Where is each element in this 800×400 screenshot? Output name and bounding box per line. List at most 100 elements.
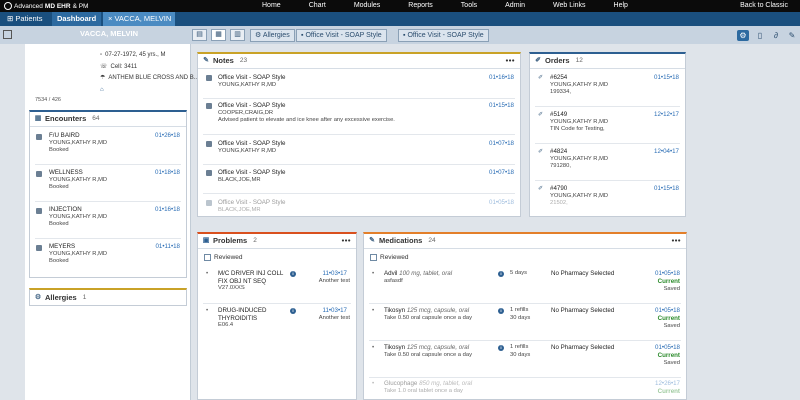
reviewed-label: Reviewed bbox=[214, 254, 243, 262]
sidebar-toggle-icon[interactable] bbox=[3, 30, 12, 39]
tab-patient[interactable]: × VACCA, MELVIN bbox=[103, 12, 175, 26]
menu-modules[interactable]: Modules bbox=[354, 2, 380, 9]
note-row[interactable]: Office Visit - SOAP Style YOUNG,KATHY R,… bbox=[198, 140, 520, 162]
note-title: Office Visit - SOAP Style bbox=[218, 102, 286, 109]
allergies-header[interactable]: ⚙ Allergies 1 bbox=[30, 290, 186, 305]
note-row[interactable]: Office Visit - SOAP Style BLACK,JOE,MR 0… bbox=[198, 169, 520, 191]
note-row[interactable]: Office Visit - SOAP Style COOPER,CRAIG,D… bbox=[198, 102, 520, 132]
reviewed-checkbox[interactable] bbox=[370, 254, 377, 261]
more-options-icon[interactable]: ••• bbox=[672, 234, 681, 248]
tab-allergies[interactable]: ⚙ Allergies bbox=[250, 29, 295, 42]
layout-list-button[interactable]: ▤ bbox=[192, 29, 207, 41]
encounter-row[interactable]: MEYERS YOUNG,KATHY R,MD Booked 01•11•18 bbox=[30, 243, 186, 275]
menu-home[interactable]: Home bbox=[262, 2, 281, 9]
divider bbox=[35, 201, 181, 202]
medication-row[interactable]: • Glucophage 850 mg, tablet, oral Take 1… bbox=[364, 380, 686, 399]
note-document-icon bbox=[206, 141, 212, 147]
tab-office-visit-2[interactable]: ▪ Office Visit - SOAP Style bbox=[398, 29, 489, 42]
menu-reports[interactable]: Reports bbox=[408, 2, 433, 9]
med-save-state: Saved bbox=[663, 323, 680, 329]
order-row[interactable]: ✐ #4824 YOUNG,KATHY R,MD 791280, 12•04•1… bbox=[530, 148, 685, 178]
divider bbox=[203, 164, 515, 165]
encounter-date: 01•11•18 bbox=[155, 243, 180, 250]
menu-admin[interactable]: Admin bbox=[505, 2, 525, 9]
note-row[interactable]: Office Visit - SOAP Style BLACK,JOE,MR 0… bbox=[198, 199, 520, 216]
encounter-row[interactable]: F/U BAIRD YOUNG,KATHY R,MD Booked 01•26•… bbox=[30, 132, 186, 164]
building-row: ⌂ bbox=[100, 85, 199, 97]
medication-row[interactable]: • Tikosyn 125 mcg, capsule, oral Take 0.… bbox=[364, 344, 686, 376]
med-pharmacy: No Pharmacy Selected bbox=[551, 270, 615, 277]
bullet-icon: • bbox=[372, 307, 375, 314]
calendar-icon: ▫ bbox=[100, 52, 103, 58]
reviewed-checkbox[interactable] bbox=[204, 254, 211, 261]
medication-row[interactable]: • Advil 100 mg, tablet, oral asfasdf i 5… bbox=[364, 270, 686, 302]
pill-icon: ✎ bbox=[369, 237, 375, 244]
medications-reviewed[interactable]: Reviewed bbox=[370, 254, 409, 261]
order-provider: YOUNG,KATHY R,MD bbox=[550, 81, 609, 88]
med-pharmacy: No Pharmacy Selected bbox=[551, 344, 615, 351]
tab-office-visit-1[interactable]: ▪ Office Visit - SOAP Style bbox=[296, 29, 387, 42]
problems-reviewed[interactable]: Reviewed bbox=[204, 254, 243, 261]
syringe-icon: ✐ bbox=[535, 57, 541, 64]
info-icon[interactable]: i bbox=[290, 271, 296, 277]
encounter-icon bbox=[36, 134, 42, 140]
order-date: 01•15•18 bbox=[654, 185, 679, 192]
problem-date: 11•03•17 bbox=[322, 270, 347, 277]
tab-patients[interactable]: ⊞ Patients bbox=[2, 12, 48, 26]
problems-panel: ▣ Problems 2 ••• Reviewed • M/C DRIVER I… bbox=[197, 232, 357, 400]
encounter-row[interactable]: INJECTION YOUNG,KATHY R,MD Booked 01•16•… bbox=[30, 206, 186, 238]
info-icon[interactable]: i bbox=[498, 345, 504, 351]
med-name: Tikosyn bbox=[384, 307, 406, 314]
bullet-icon: • bbox=[206, 307, 209, 314]
info-icon[interactable]: i bbox=[498, 271, 504, 277]
menu-chart[interactable]: Chart bbox=[309, 2, 326, 9]
building-icon[interactable]: ⌂ bbox=[100, 85, 104, 97]
gear-icon: ⚙ bbox=[255, 32, 262, 39]
encounter-row[interactable]: WELLNESS YOUNG,KATHY R,MD Booked 01•18•1… bbox=[30, 169, 186, 201]
med-pharmacy: No Pharmacy Selected bbox=[551, 307, 615, 314]
orders-panel: ✐ Orders 12 ✐ #6254 YOUNG,KATHY R,MD 199… bbox=[529, 52, 686, 217]
med-dose: 100 mg, tablet, oral bbox=[399, 270, 453, 277]
order-pen-icon: ✐ bbox=[538, 148, 544, 155]
patient-insurance[interactable]: ANTHEM BLUE CROSS AND B... bbox=[108, 73, 198, 85]
med-save-state: Saved bbox=[663, 286, 680, 292]
menu-web-links[interactable]: Web Links bbox=[553, 2, 586, 9]
medication-row[interactable]: • Tikosyn 125 mcg, capsule, oral Take 0.… bbox=[364, 307, 686, 339]
note-date: 01•15•18 bbox=[489, 102, 514, 109]
bullet-icon: • bbox=[372, 344, 375, 351]
encounter-provider: YOUNG,KATHY R,MD bbox=[49, 250, 108, 257]
close-tab-icon[interactable]: × bbox=[108, 14, 112, 23]
edit-pencil-icon[interactable]: ✎ bbox=[786, 30, 798, 41]
divider bbox=[35, 164, 181, 165]
layout-columns-button[interactable]: ▥ bbox=[230, 29, 245, 41]
advancedmd-logo-icon bbox=[4, 2, 12, 10]
tab-dashboard[interactable]: Dashboard bbox=[52, 12, 102, 26]
document-icon: ▪ bbox=[403, 32, 406, 39]
encounter-provider: YOUNG,KATHY R,MD bbox=[49, 176, 108, 183]
menu-tools[interactable]: Tools bbox=[461, 2, 477, 9]
order-detail: TIN Code for Testing, bbox=[550, 126, 605, 132]
med-sig: asfasdf bbox=[384, 277, 403, 284]
info-icon[interactable]: i bbox=[290, 308, 296, 314]
encounters-title: Encounters bbox=[45, 114, 87, 123]
encounter-icon bbox=[36, 245, 42, 251]
more-options-icon[interactable]: ••• bbox=[506, 54, 515, 68]
more-options-icon[interactable]: ••• bbox=[342, 234, 351, 248]
back-to-classic-link[interactable]: Back to Classic bbox=[740, 2, 788, 9]
order-row[interactable]: ✐ #6254 YOUNG,KATHY R,MD 199334, 01•15•1… bbox=[530, 74, 685, 104]
patient-cell: Cell: 3411 bbox=[110, 63, 138, 70]
info-icon[interactable]: i bbox=[498, 308, 504, 314]
menu-help[interactable]: Help bbox=[614, 2, 628, 9]
order-row[interactable]: ✐ #5149 YOUNG,KATHY R,MD TIN Code for Te… bbox=[530, 111, 685, 141]
problem-row[interactable]: • M/C DRIVER INJ COLL FIX OBJ NT SEQ V27… bbox=[198, 270, 356, 300]
problem-row[interactable]: • DRUG-INDUCED THYROIDITIS E06.4 i 11•03… bbox=[198, 307, 356, 337]
clipboard-icon[interactable]: ▯ bbox=[754, 30, 766, 41]
note-row[interactable]: Office Visit - SOAP Style YOUNG,KATHY R,… bbox=[198, 74, 520, 96]
settings-gear-icon[interactable]: ⚙ bbox=[737, 30, 749, 41]
layout-grid-button[interactable]: ▦ bbox=[211, 29, 226, 41]
order-row[interactable]: ✐ #4790 YOUNG,KATHY R,MD 21502, 01•15•18 bbox=[530, 185, 685, 215]
tab-patients-label: Patients bbox=[15, 14, 43, 23]
patient-info: ▫ 07-27-1972, 45 yrs., M ☏ Cell: 3411 ☂ ANT… bbox=[100, 50, 199, 96]
notes-count: 23 bbox=[239, 57, 248, 64]
attachment-icon[interactable]: ∂ bbox=[770, 30, 782, 41]
